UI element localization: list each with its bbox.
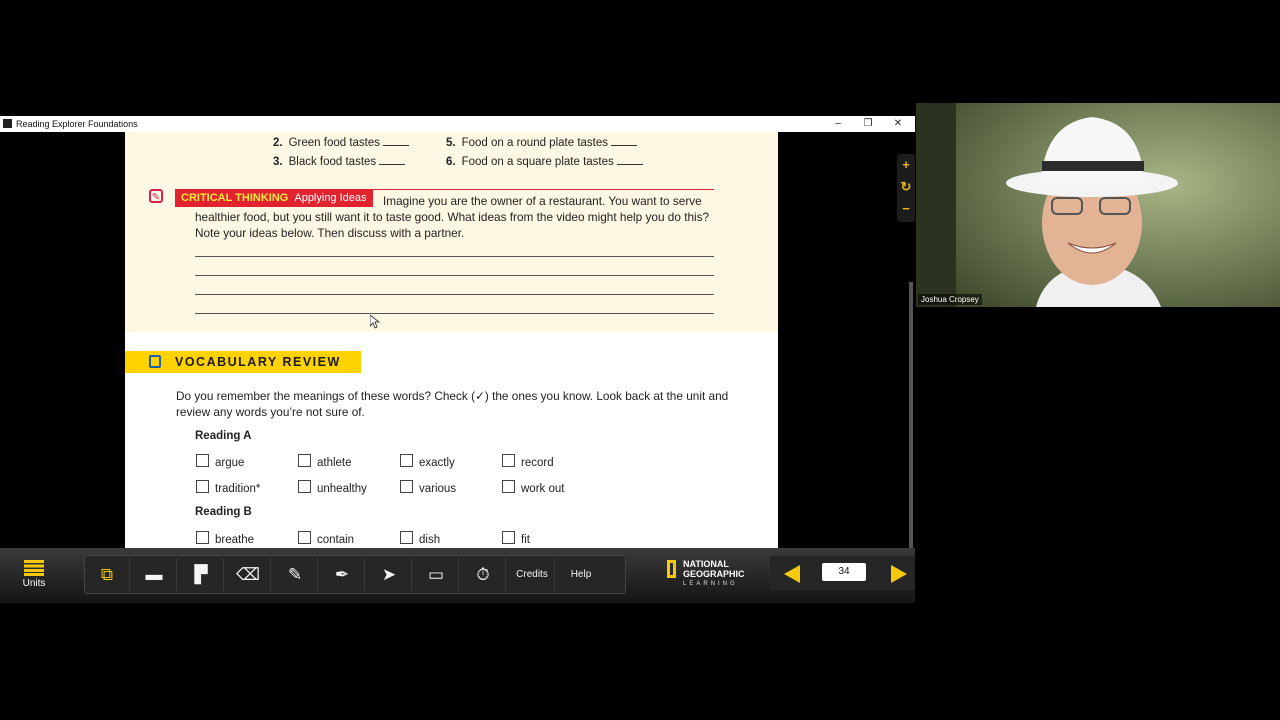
units-label: Units	[22, 578, 46, 589]
reset-zoom-button[interactable]: ↻	[897, 176, 915, 198]
zoom-out-button[interactable]: −	[897, 198, 915, 220]
question-3: 3. Black food tastes	[273, 156, 406, 168]
word-checkbox[interactable]: work out	[502, 480, 564, 495]
page-number-input[interactable]: 34	[822, 563, 866, 581]
page-viewer[interactable]: 2. Green food tastes 3. Black food tastes …	[0, 132, 915, 548]
reader-app-window: Reading Explorer Foundations – ❐ ✕ 2. Gre…	[0, 116, 915, 603]
word-checkbox[interactable]: unhealthy	[298, 480, 367, 495]
word-checkbox[interactable]: fit	[502, 531, 530, 546]
units-button[interactable]: Units	[14, 560, 54, 589]
textbook-page: 2. Green food tastes 3. Black food tastes …	[125, 132, 778, 548]
note-icon[interactable]: ▛	[179, 558, 224, 591]
logo-frame	[667, 560, 676, 578]
checkbox[interactable]	[298, 531, 311, 544]
checkbox[interactable]	[502, 480, 515, 493]
word-checkbox[interactable]: breathe	[196, 531, 254, 546]
highlighter-icon[interactable]: ▬	[132, 558, 177, 591]
previous-page-button[interactable]	[784, 565, 800, 583]
word-checkbox[interactable]: contain	[298, 531, 354, 546]
clipboard-icon: ✎	[149, 189, 163, 203]
pages-icon[interactable]: ⧉	[85, 558, 130, 591]
annotation-tools: ⧉ ▬ ▛ ⌫ ✎ ✒ ➤ ▭ ⏱ Credits Help	[84, 555, 626, 594]
pointer-icon[interactable]: ➤	[367, 558, 412, 591]
word-checkbox[interactable]: tradition*	[196, 480, 260, 495]
reading-a-heading: Reading A	[195, 430, 252, 442]
zoom-tools: + ↻ −	[897, 154, 915, 222]
question-6: 6. Food on a square plate tastes	[446, 156, 643, 168]
mouse-cursor-icon	[370, 315, 380, 329]
word-checkbox[interactable]: athlete	[298, 454, 352, 469]
page-navigation: 34	[770, 556, 915, 590]
close-button[interactable]: ✕	[883, 116, 913, 132]
marker-icon[interactable]: ✒	[320, 558, 365, 591]
pen-icon[interactable]: ✎	[273, 558, 318, 591]
timer-icon[interactable]: ⏱	[461, 558, 506, 591]
critical-thinking-prompt: Imagine you are the owner of a restauran…	[195, 194, 710, 240]
zoom-in-button[interactable]: +	[897, 154, 915, 176]
participant-video	[916, 103, 1280, 307]
webcam-feed: Joshua Cropsey	[916, 103, 1280, 307]
book-icon[interactable]: ▭	[414, 558, 459, 591]
participant-name: Joshua Cropsey	[918, 294, 982, 305]
window-title: Reading Explorer Foundations	[16, 119, 138, 129]
checkbox[interactable]	[502, 454, 515, 467]
next-page-button[interactable]	[891, 565, 907, 583]
minimize-button[interactable]: –	[823, 116, 853, 132]
vocabulary-instructions: Do you remember the meanings of these wo…	[176, 389, 729, 419]
checkbox[interactable]	[196, 454, 209, 467]
checkbox[interactable]	[502, 531, 515, 544]
checkbox[interactable]	[196, 480, 209, 493]
writing-line	[195, 313, 714, 314]
units-icon	[24, 560, 44, 576]
vocabulary-review-banner: VOCABULARY REVIEW	[125, 351, 361, 373]
credits-button[interactable]: Credits	[510, 558, 555, 591]
notebook-icon	[149, 355, 161, 368]
checkbox[interactable]	[196, 531, 209, 544]
word-checkbox[interactable]: record	[502, 454, 554, 469]
vertical-scrollbar[interactable]	[909, 282, 913, 548]
app-icon	[3, 119, 12, 128]
national-geographic-logo: NATIONAL GEOGRAPHIC LEARNING	[667, 559, 747, 591]
checkbox[interactable]	[298, 480, 311, 493]
vocabulary-review-title: VOCABULARY REVIEW	[175, 355, 341, 369]
word-checkbox[interactable]: various	[400, 480, 456, 495]
help-button[interactable]: Help	[559, 558, 603, 591]
word-checkbox[interactable]: argue	[196, 454, 244, 469]
writing-line	[195, 256, 714, 257]
checkbox[interactable]	[400, 531, 413, 544]
restore-button[interactable]: ❐	[853, 116, 883, 132]
reading-b-heading: Reading B	[195, 506, 252, 518]
bottom-toolbar: Units ⧉ ▬ ▛ ⌫ ✎ ✒ ➤ ▭ ⏱ Credits Help NAT…	[0, 548, 915, 603]
eraser-icon[interactable]: ⌫	[226, 558, 271, 591]
word-checkbox[interactable]: dish	[400, 531, 440, 546]
checkbox[interactable]	[400, 480, 413, 493]
question-2: 2. Green food tastes	[273, 137, 410, 149]
word-checkbox[interactable]: exactly	[400, 454, 455, 469]
question-5: 5. Food on a round plate tastes	[446, 137, 637, 149]
checkbox[interactable]	[298, 454, 311, 467]
writing-line	[195, 275, 714, 276]
writing-line	[195, 294, 714, 295]
title-bar: Reading Explorer Foundations – ❐ ✕	[0, 116, 915, 133]
checkbox[interactable]	[400, 454, 413, 467]
